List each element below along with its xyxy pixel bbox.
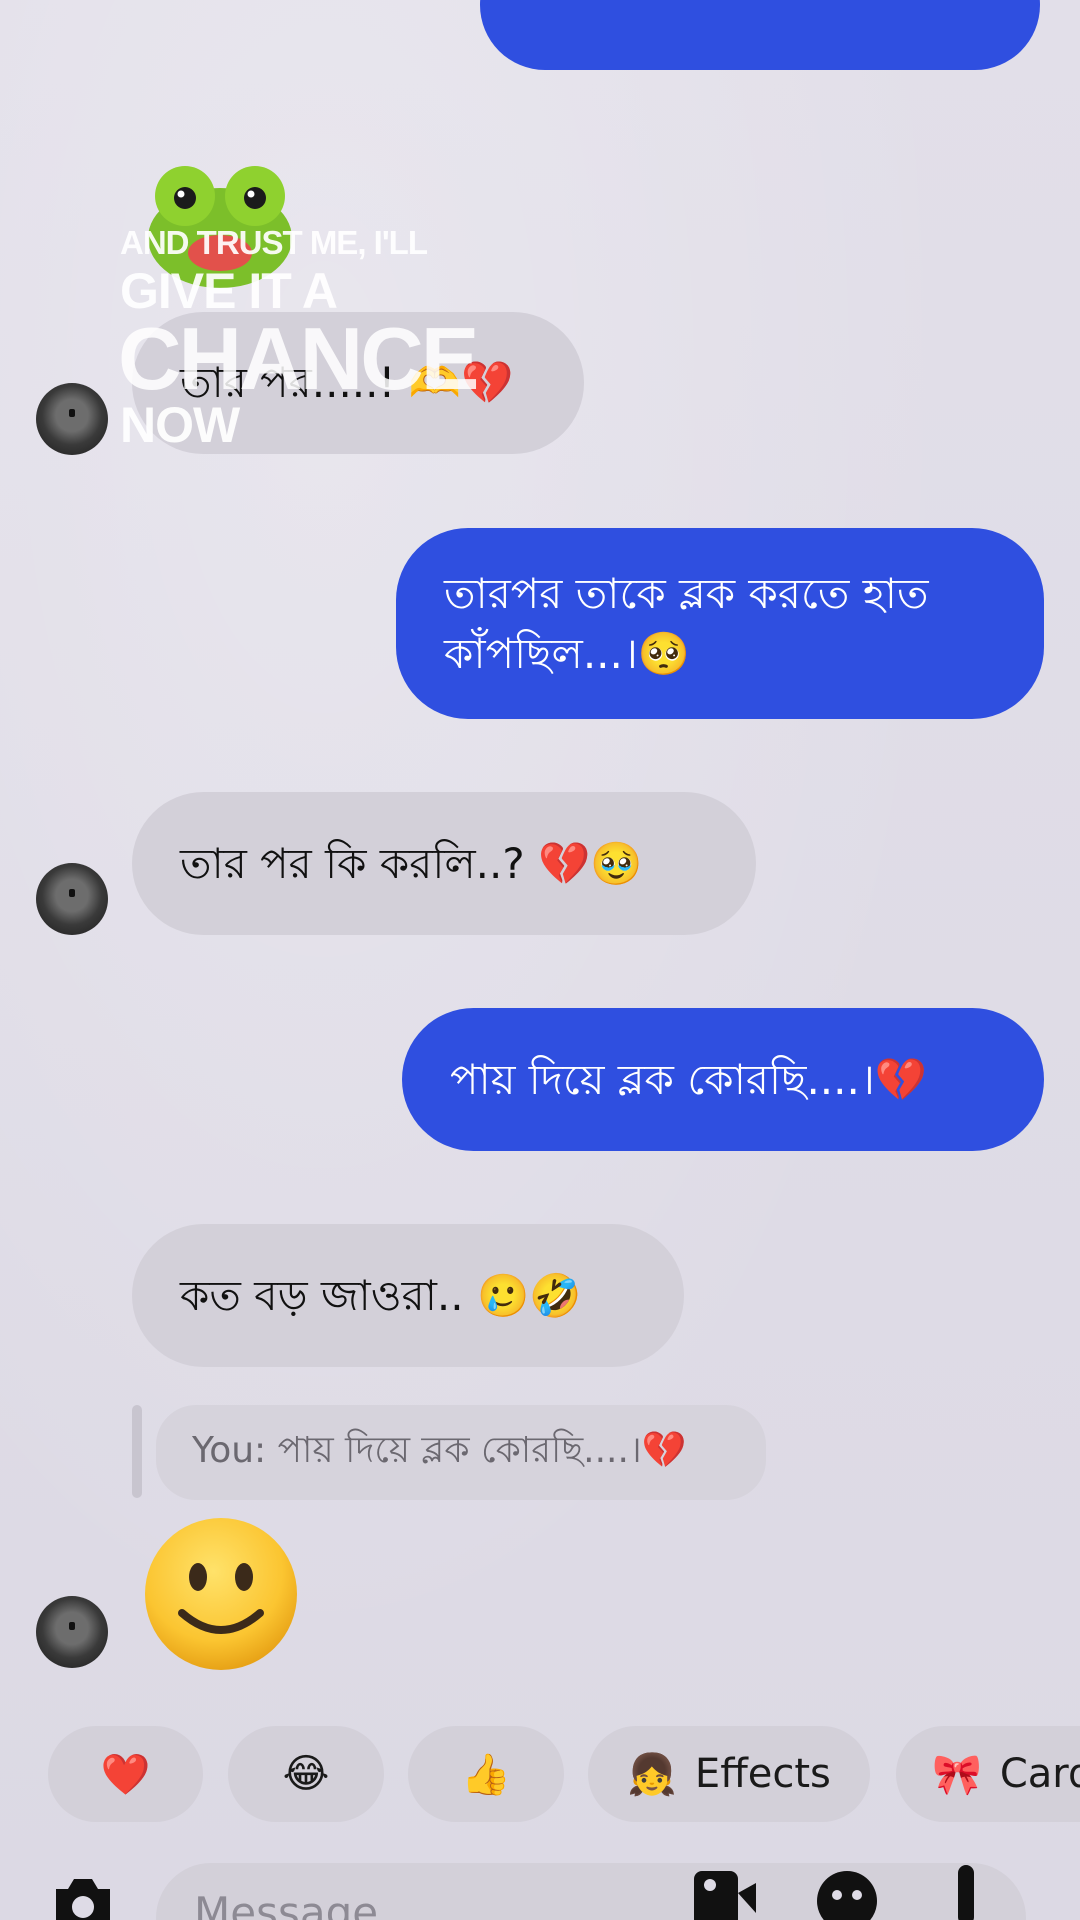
effects-button[interactable]: 👧 Effects bbox=[588, 1726, 870, 1822]
reply-preview[interactable]: You: পায় দিয়ে ব্লক কোরছি....।💔 bbox=[156, 1405, 766, 1500]
camera-icon[interactable] bbox=[48, 1867, 118, 1920]
incoming-message[interactable]: তার পর.....! 🫶💔 bbox=[132, 312, 584, 454]
card-ribbon-icon: 🎀 bbox=[932, 1751, 982, 1798]
slightly-smiling-face-emoji[interactable] bbox=[142, 1515, 300, 1673]
outgoing-message[interactable]: তারপর তাকে ব্লক করতে হাত কাঁপছিল...।🥺 bbox=[396, 528, 1044, 719]
avatar[interactable] bbox=[36, 383, 108, 455]
message-text: তার পর.....! 🫶💔 bbox=[180, 358, 514, 407]
laughing-face-icon: 😂 bbox=[282, 1751, 330, 1797]
sticker-icon[interactable] bbox=[812, 1863, 882, 1920]
reaction-heart-button[interactable]: ❤️ bbox=[48, 1726, 203, 1822]
incoming-message[interactable]: কত বড় জাওরা.. 🥲🤣 bbox=[132, 1224, 684, 1367]
reaction-thumbs-up-button[interactable]: 👍 bbox=[408, 1726, 564, 1822]
thumbs-up-icon: 👍 bbox=[461, 1751, 511, 1798]
message-text-line2: কাঁপছিল...।🥺 bbox=[444, 628, 691, 678]
message-input-placeholder: Message bbox=[194, 1888, 379, 1920]
microphone-icon[interactable] bbox=[946, 1861, 986, 1920]
effects-label: Effects bbox=[694, 1751, 831, 1797]
message-text: তার পর কি করলি..? 💔🥹 bbox=[180, 838, 643, 888]
quick-reactions-bar: ❤️ 😂 👍 👧 Effects 🎀 Card bbox=[0, 1726, 1080, 1826]
gallery-icon[interactable] bbox=[690, 1863, 760, 1920]
avatar[interactable] bbox=[36, 863, 108, 935]
incoming-message[interactable]: তার পর কি করলি..? 💔🥹 bbox=[132, 792, 756, 935]
effects-avatar-icon: 👧 bbox=[627, 1751, 677, 1798]
outgoing-message[interactable]: পায় দিয়ে ব্লক কোরছি....।💔 bbox=[402, 1008, 1044, 1151]
message-text: পায় দিয়ে ব্লক কোরছি....।💔 bbox=[450, 1054, 928, 1104]
avatar[interactable] bbox=[36, 1596, 108, 1668]
outgoing-message-cut[interactable] bbox=[480, 0, 1040, 70]
reply-indicator-bar bbox=[132, 1405, 142, 1498]
chat-screen: তার পর.....! 🫶💔 AND TRUST ME, I'LL GIVE … bbox=[0, 0, 1080, 1920]
card-label: Card bbox=[999, 1751, 1080, 1797]
heart-icon: ❤️ bbox=[100, 1751, 151, 1798]
reply-preview-text: You: পায় দিয়ে ব্লক কোরছি....।💔 bbox=[192, 1429, 687, 1471]
card-button[interactable]: 🎀 Card bbox=[896, 1726, 1080, 1822]
frog-sticker bbox=[148, 166, 292, 288]
message-text-line1: তারপর তাকে ব্লক করতে হাত bbox=[444, 568, 929, 618]
message-composer: Message bbox=[0, 1855, 1080, 1920]
reaction-laugh-button[interactable]: 😂 bbox=[228, 1726, 384, 1822]
message-text: কত বড় জাওরা.. 🥲🤣 bbox=[180, 1270, 582, 1320]
message-input[interactable]: Message bbox=[156, 1863, 1026, 1920]
